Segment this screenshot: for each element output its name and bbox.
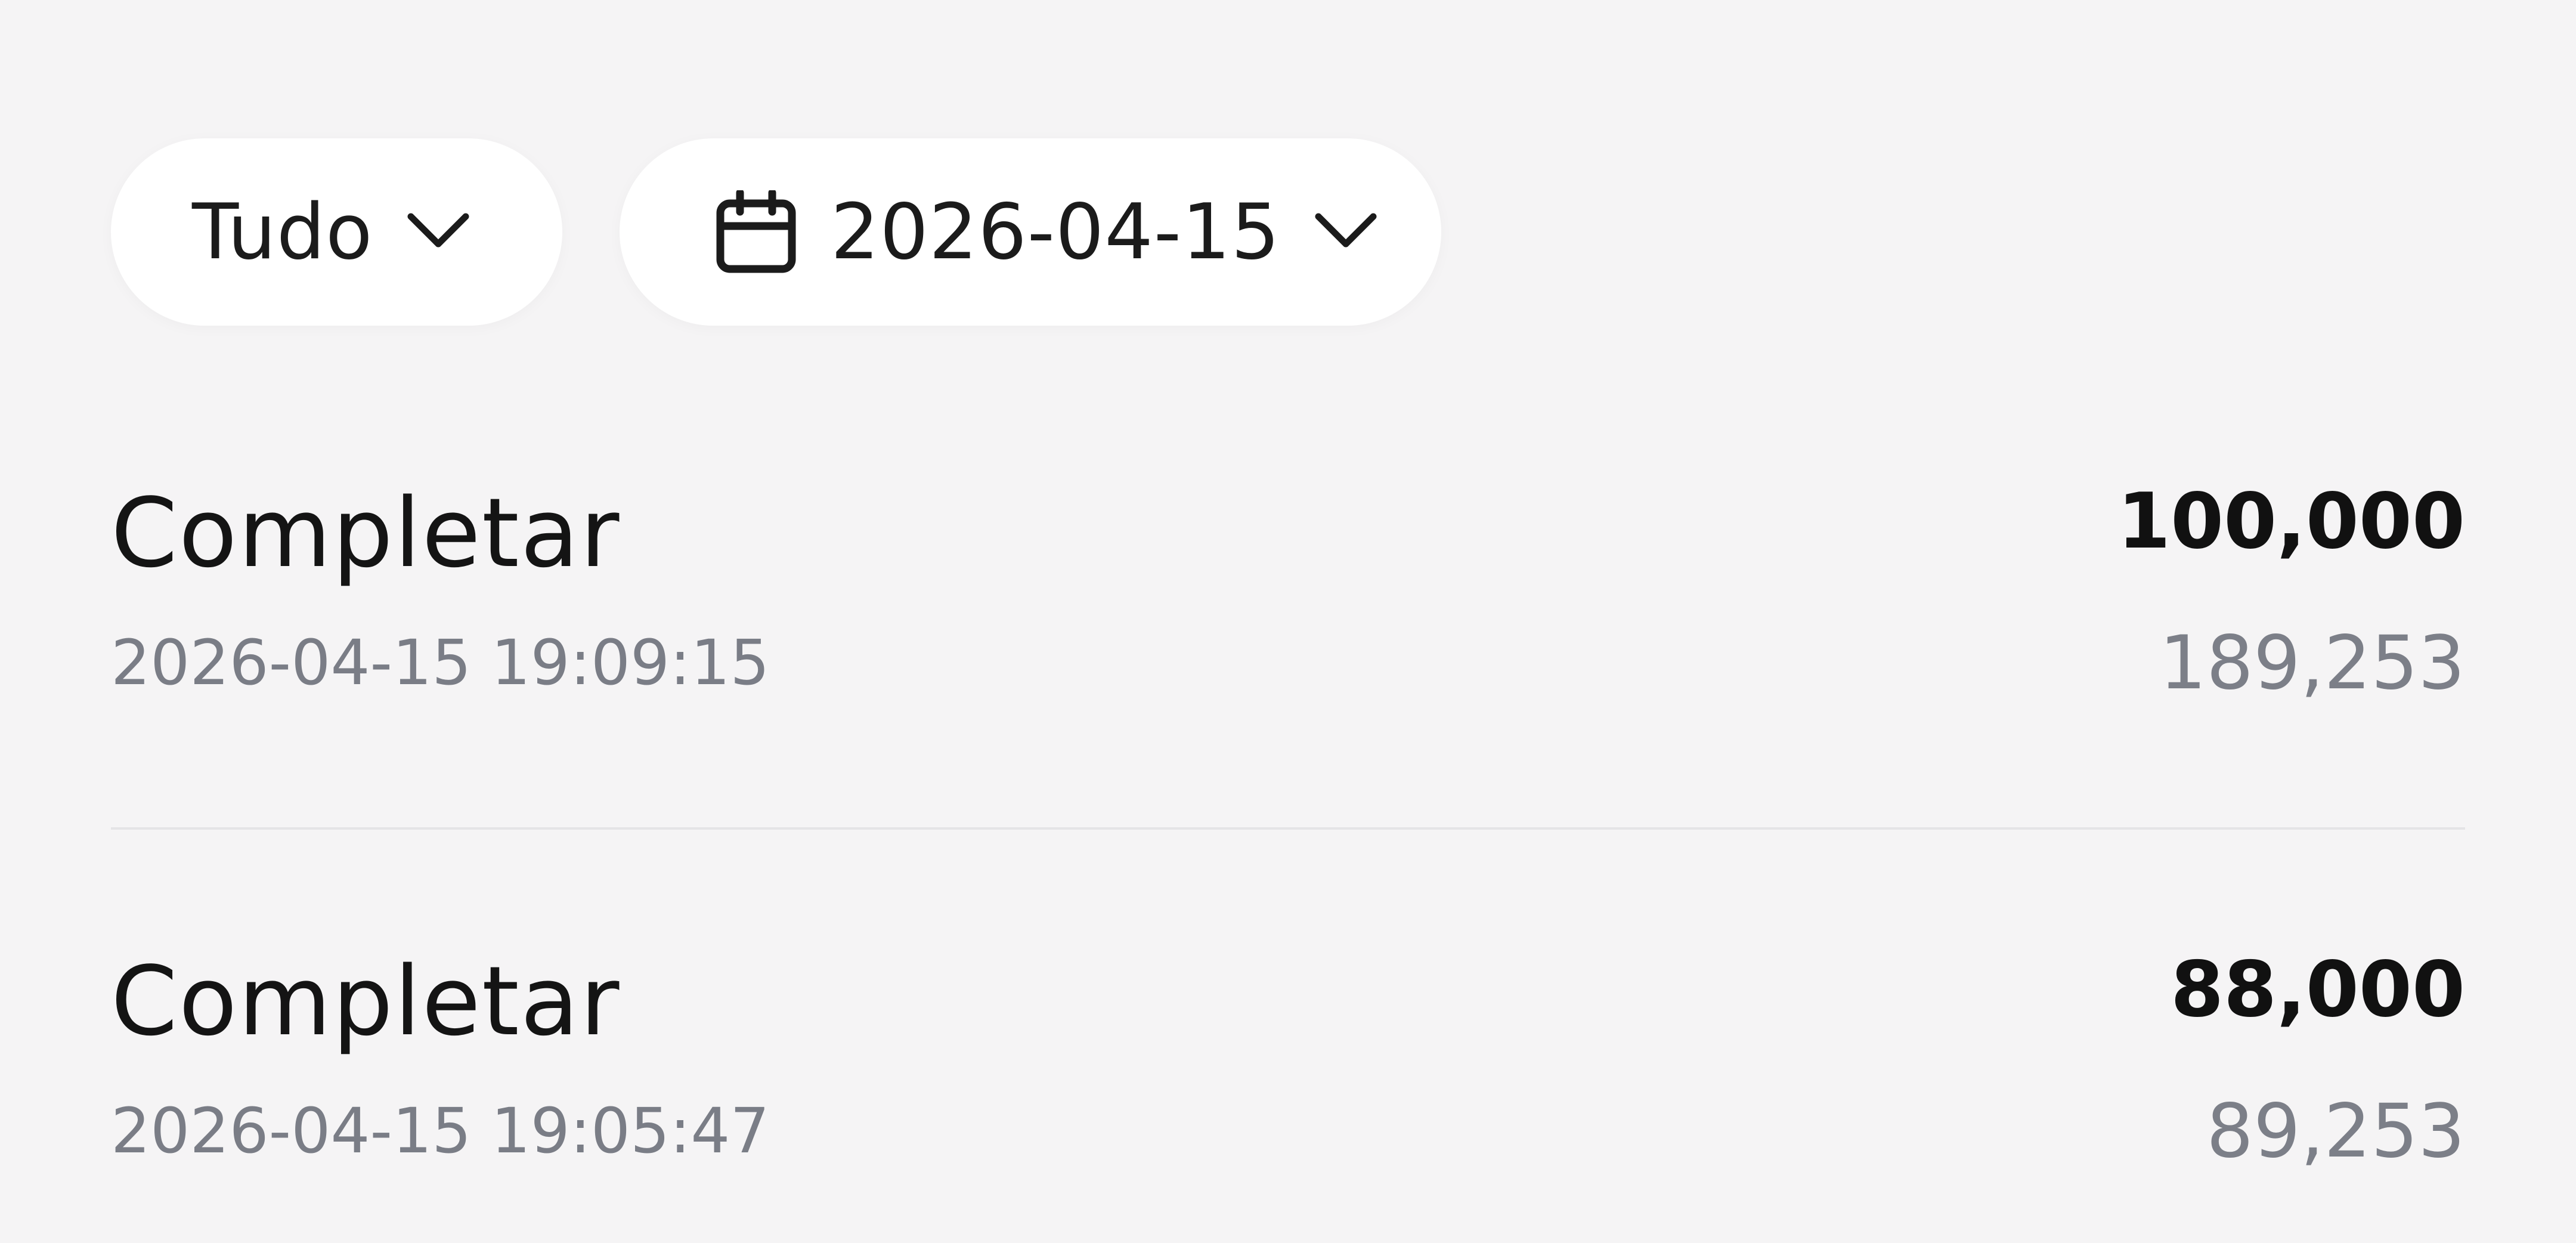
list-item[interactable]: Completar 2026-04-15 19:09:15 100,000 18…: [111, 477, 2465, 716]
list-item[interactable]: Completar 2026-04-15 19:05:47 88,000 89,…: [111, 945, 2465, 1184]
date-filter-dropdown[interactable]: 2026-04-15: [620, 138, 1441, 326]
type-filter-dropdown[interactable]: Tudo: [111, 138, 562, 326]
transaction-history-page: Tudo 2026-04-15 Completar 2026-04-15 19:…: [0, 0, 2576, 1243]
chevron-down-icon: [1315, 213, 1377, 248]
record-balance: 189,253: [2159, 620, 2465, 706]
date-filter-label: 2026-04-15: [831, 187, 1280, 277]
filter-bar: Tudo 2026-04-15: [111, 138, 1441, 326]
record-status: Completar: [111, 477, 621, 589]
record-amount: 100,000: [2117, 477, 2465, 566]
record-datetime: 2026-04-15 19:09:15: [111, 626, 770, 699]
divider: [111, 827, 2465, 830]
type-filter-label: Tudo: [192, 187, 373, 277]
record-status: Completar: [111, 945, 621, 1057]
calendar-icon: [716, 190, 796, 273]
record-amount: 88,000: [2171, 945, 2465, 1034]
record-balance: 89,253: [2206, 1089, 2465, 1174]
chevron-down-icon: [407, 213, 469, 248]
record-datetime: 2026-04-15 19:05:47: [111, 1094, 770, 1167]
